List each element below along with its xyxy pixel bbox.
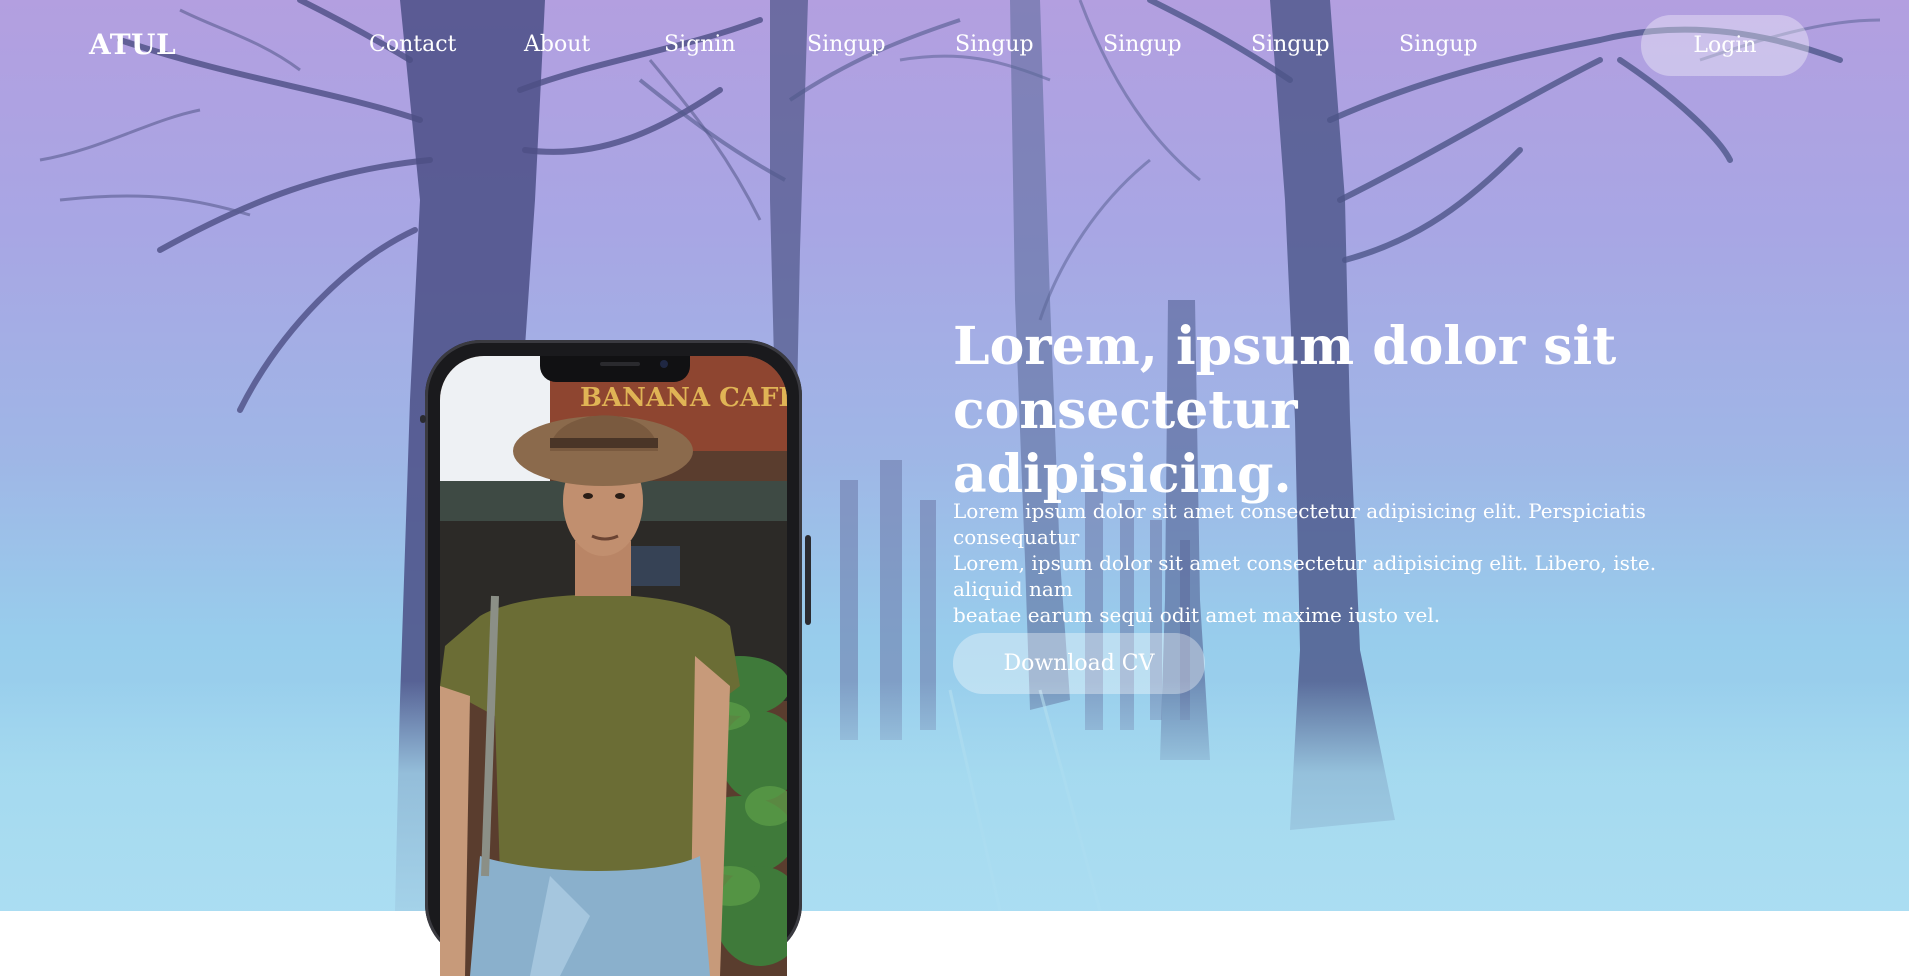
snow-ground: [0, 681, 1909, 911]
hero-title-line-2: consectetur adipisicing.: [953, 380, 1298, 505]
nav-link-singup-3[interactable]: Singup: [1103, 32, 1182, 57]
phone-speaker: [600, 362, 640, 366]
phone-side-button: [420, 415, 426, 423]
hero-description-line-2: Lorem, ipsum dolor sit amet consectetur …: [953, 551, 1657, 601]
hero-description-line-3: beatae earum sequi odit amet maxime iust…: [953, 603, 1441, 627]
phone-notch: [540, 356, 690, 382]
phone-power-button: [805, 535, 811, 625]
camera-icon: [660, 360, 668, 368]
storefront-sign: BANANA CAFE: [580, 383, 787, 413]
nav-link-singup-4[interactable]: Singup: [1251, 32, 1330, 57]
login-button[interactable]: Login: [1641, 15, 1809, 76]
phone-mockup: BANANA CAFE: [420, 340, 811, 976]
hero-title: Lorem, ipsum dolor sit consectetur adipi…: [953, 315, 1653, 507]
hero-description-line-1: Lorem ipsum dolor sit amet consectetur a…: [953, 499, 1646, 549]
nav-link-signin[interactable]: Signin: [664, 32, 736, 57]
nav-link-singup-2[interactable]: Singup: [955, 32, 1034, 57]
nav-link-singup-5[interactable]: Singup: [1399, 32, 1478, 57]
download-cv-button[interactable]: Download CV: [953, 633, 1205, 694]
phone-screen: BANANA CAFE: [440, 356, 787, 976]
site-logo[interactable]: ATUL: [89, 28, 176, 61]
nav-link-contact[interactable]: Contact: [369, 32, 456, 57]
person-photo: BANANA CAFE: [440, 356, 787, 976]
nav-link-singup-1[interactable]: Singup: [807, 32, 886, 57]
hero-title-line-1: Lorem, ipsum dolor sit: [953, 316, 1617, 377]
hero-description: Lorem ipsum dolor sit amet consectetur a…: [953, 498, 1713, 628]
nav-link-about[interactable]: About: [524, 32, 590, 57]
